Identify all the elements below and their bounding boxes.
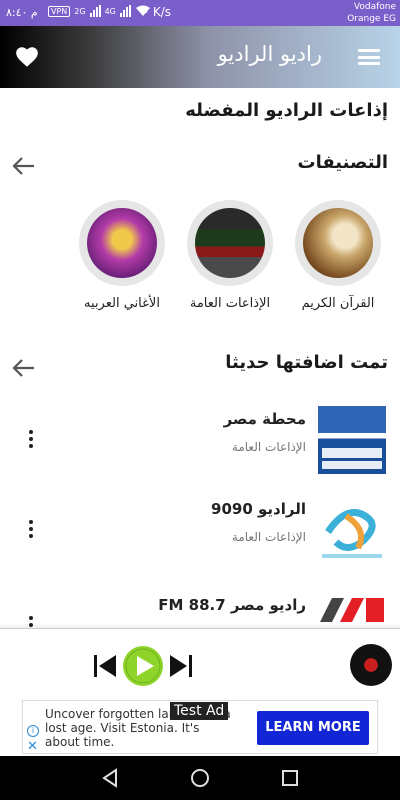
- status-time: م ٨:٤٠: [6, 6, 38, 19]
- more-options-icon[interactable]: [24, 430, 38, 454]
- hamburger-icon[interactable]: [358, 49, 380, 65]
- station-name: محطة مصر: [223, 410, 306, 428]
- station-logo-mark: [320, 598, 384, 622]
- more-options-icon[interactable]: [24, 520, 38, 544]
- carrier-line-2: Orange EG: [347, 14, 396, 24]
- station-name: راديو مصر FM 88.7: [158, 596, 306, 614]
- station-logo: [318, 406, 386, 474]
- skip-previous-icon[interactable]: [94, 655, 118, 677]
- carrier-info: Vodafone Orange EG: [347, 1, 396, 25]
- station-row[interactable]: الراديو 9090 الإذاعات العامة: [0, 496, 400, 586]
- category-circle: [295, 200, 381, 286]
- station-name: الراديو 9090: [211, 500, 306, 518]
- signal-icon: [89, 5, 101, 17]
- status-indicators: VPN 2G 4G: [48, 5, 151, 17]
- recent-heading: تمت اضافتها حديثا: [225, 352, 388, 373]
- categories-heading: التصنيفات: [297, 152, 388, 173]
- category-label: القرآن الكريم: [301, 296, 375, 311]
- play-icon[interactable]: [122, 645, 164, 687]
- app-title: راديو الراديو: [217, 42, 322, 66]
- quran-image: [303, 208, 373, 278]
- station-logo-mark: [322, 508, 382, 558]
- category-label: الأغاني العربيه: [84, 296, 160, 311]
- skip-next-icon[interactable]: [168, 655, 192, 677]
- arrow-left-icon[interactable]: [12, 156, 36, 176]
- network-speed: • K/s: [142, 5, 172, 19]
- network-4g-label: 4G: [104, 6, 116, 16]
- network-2g-label: 2G: [74, 6, 86, 16]
- category-circle: [79, 200, 165, 286]
- player-bar: [0, 628, 400, 700]
- heart-icon[interactable]: [14, 44, 40, 70]
- category-arabic-songs[interactable]: الأغاني العربيه: [76, 200, 168, 311]
- info-icon[interactable]: i: [27, 725, 39, 737]
- vpn-chip: VPN: [48, 5, 71, 17]
- arrow-left-icon[interactable]: [12, 358, 36, 378]
- station-logo: [318, 496, 386, 564]
- learn-more-button[interactable]: LEARN MORE: [257, 711, 369, 745]
- app-header: راديو الراديو: [0, 26, 400, 88]
- station-row[interactable]: محطة مصر الإذاعات العامة: [0, 406, 400, 496]
- category-quran[interactable]: القرآن الكريم: [292, 200, 384, 311]
- station-category: الإذاعات العامة: [231, 440, 306, 454]
- vinyl-record-icon[interactable]: [350, 644, 392, 686]
- category-label: الإذاعات العامة: [189, 296, 271, 311]
- category-general-stations[interactable]: الإذاعات العامة: [184, 200, 276, 311]
- carrier-line-1: Vodafone: [353, 2, 396, 12]
- recents-square-icon[interactable]: [280, 768, 300, 788]
- status-bar: م ٨:٤٠ VPN 2G 4G • K/s Vodafone Orange E…: [0, 0, 400, 26]
- station-row[interactable]: راديو مصر FM 88.7: [0, 592, 400, 628]
- signal-icon-2: [119, 5, 131, 17]
- station-category: الإذاعات العامة: [231, 530, 306, 544]
- station-logo-mark: [322, 448, 382, 469]
- station-logo: [318, 592, 386, 628]
- favorites-heading: إذاعات الراديو المفضله: [185, 100, 388, 121]
- system-nav-bar: [0, 756, 400, 800]
- more-options-icon[interactable]: [24, 616, 38, 628]
- back-triangle-icon[interactable]: [100, 768, 120, 788]
- radio-studio-image: [195, 208, 265, 278]
- close-icon[interactable]: ✕: [27, 739, 38, 754]
- category-circle: [187, 200, 273, 286]
- home-circle-icon[interactable]: [190, 768, 210, 788]
- arabic-songs-image: [87, 208, 157, 278]
- test-ad-badge: Test Ad: [170, 702, 229, 720]
